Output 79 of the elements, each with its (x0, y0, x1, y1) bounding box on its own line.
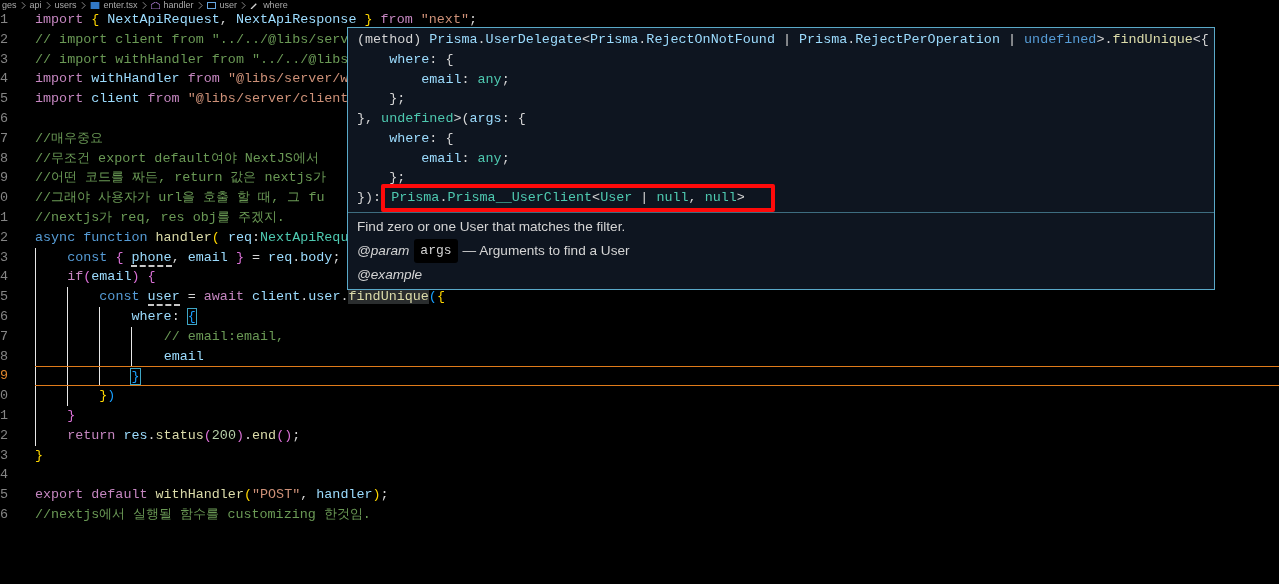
param-name: args (414, 238, 458, 263)
line-number: 0 (0, 189, 10, 208)
chevron-icon (241, 1, 247, 9)
line-number: 2 (0, 30, 10, 49)
param-tag: @param (357, 238, 410, 263)
code-line: // import client from "../../@libs/serv (35, 30, 349, 49)
signature-line: (method) Prisma.UserDelegate<Prisma.RejectOnNotFound | Prisma.RejectPerOperation | undefined>.findUnique<{ (357, 31, 1209, 49)
line-number: 8 (0, 347, 10, 366)
code-line: import withHandler from "@libs/server/w (35, 70, 349, 89)
line-number: 4 (0, 466, 10, 485)
signature-line: }; (388, 90, 406, 109)
file-icon (89, 1, 100, 9)
code-line: export default withHandler("POST", handler); (35, 486, 389, 505)
highlight-annotation: Prisma.Prisma__UserClient<User | null, null> (381, 183, 775, 212)
code-line: const { phone, email } = req.body; (67, 248, 341, 268)
code-line: return res.status(200).end(); (67, 426, 301, 445)
signature-line: where: { (388, 129, 454, 148)
signature-line: }): (357, 189, 383, 207)
signature-line: where: { (388, 50, 454, 69)
code-line: //어떤 코드를 짜든, return 값은 nextjs가 (35, 169, 326, 188)
line-number: 2 (0, 426, 10, 445)
cube-icon (150, 1, 160, 9)
breadcrumb-item[interactable]: users (54, 0, 77, 10)
code-line: // email:email, (163, 327, 285, 346)
code-line: if(email) { (67, 268, 156, 287)
breadcrumb-item[interactable]: enter.tsx (103, 0, 138, 10)
breadcrumb-item[interactable]: api (29, 0, 42, 10)
breadcrumb-item[interactable]: handler (163, 0, 194, 10)
code-line: where: { (131, 307, 196, 326)
line-number: 0 (0, 387, 10, 406)
chevron-icon (45, 1, 51, 9)
code-line: }) (99, 387, 116, 406)
line-number: 5 (0, 90, 10, 109)
code-line: //nextjs가 req, res obj를 주겠지. (35, 208, 285, 227)
line-number: 3 (0, 50, 10, 69)
chevron-icon (197, 1, 203, 9)
signature-line: }, undefined>(args: { (357, 110, 526, 128)
breadcrumb-item[interactable]: user (219, 0, 238, 10)
chevron-icon (80, 1, 86, 9)
param-description: — Arguments to find a User (462, 241, 630, 260)
line-number: 2 (0, 228, 10, 247)
signature-line: email: any; (420, 70, 510, 89)
line-number: 1 (0, 11, 10, 29)
code-line: async function handler( req:NextApiRequ (35, 228, 349, 247)
signature-line: email: any; (420, 149, 510, 168)
line-number: 3 (0, 446, 10, 465)
line-number: 4 (0, 70, 10, 89)
chevron-icon (141, 1, 147, 9)
code-line: //매우중요 (35, 129, 104, 148)
code-line: import client from "@libs/server/client (35, 90, 349, 109)
code-line: import { NextApiRequest, NextApiResponse } from "next"; (35, 11, 477, 29)
code-line: } (35, 446, 44, 465)
line-number: 7 (0, 327, 10, 346)
line-number: 9 (0, 169, 10, 188)
breadcrumb-item[interactable]: where (263, 0, 288, 10)
example-tag: @example (357, 262, 423, 287)
chevron-icon (20, 1, 26, 9)
variable-icon (206, 1, 216, 9)
code-line: email (163, 347, 204, 366)
code-line: //nextjs에서 실행될 함수를 customizing 한것임. (35, 505, 371, 524)
code-line: // import withHandler from "../../@libs (35, 50, 349, 69)
code-line: //그래야 사용자가 url을 호출 할 때, 그 fu (35, 189, 325, 208)
line-number: 7 (0, 129, 10, 148)
line-number: 6 (0, 110, 10, 128)
line-number: 3 (0, 248, 10, 267)
code-line: } (131, 368, 140, 386)
breadcrumb-item[interactable]: ges (2, 0, 17, 10)
line-number: 1 (0, 406, 10, 425)
line-number: 8 (0, 149, 10, 168)
line-number: 1 (0, 208, 10, 227)
line-number: 5 (0, 288, 10, 307)
line-number: 6 (0, 505, 10, 524)
line-number: 5 (0, 486, 10, 505)
line-number: 9 (0, 367, 10, 386)
code-line: //무조건 export default여야 NextJS에서 (35, 149, 319, 168)
line-number: 4 (0, 268, 10, 287)
description-text: Find zero or one User that matches the filter. (357, 217, 626, 236)
code-line: } (67, 406, 76, 425)
line-number: 6 (0, 307, 10, 326)
